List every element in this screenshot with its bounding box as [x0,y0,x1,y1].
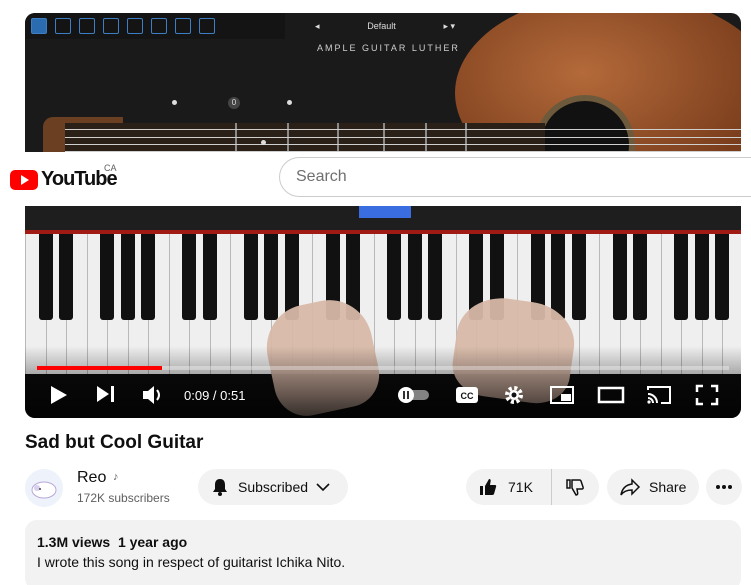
autoplay-toggle[interactable] [395,386,431,404]
fret-dot [287,100,292,105]
black-key [633,234,647,320]
black-key [715,234,729,320]
more-actions-button[interactable] [706,469,742,505]
like-count: 71K [508,479,533,495]
fret-marker: 0 [228,97,240,109]
black-key [59,234,73,320]
sliders-icon[interactable] [79,18,95,34]
share-icon [620,478,641,496]
video-title: Sad but Cool Guitar [25,432,204,453]
subscribed-button[interactable]: Subscribed [198,469,348,505]
captions-icon[interactable]: CC [455,384,479,406]
next-preset-icon[interactable]: ▸ ▾ [443,21,455,32]
thumbs-up-icon [480,479,497,495]
view-count: 1.3M views 1 year ago [37,534,187,550]
settings-gear-icon[interactable] [503,384,525,406]
cast-icon[interactable] [645,384,673,406]
volume-icon[interactable] [141,384,165,406]
description-box[interactable]: 1.3M views 1 year ago I wrote this song … [25,520,741,585]
fret [425,123,427,153]
black-key [141,234,155,320]
black-key [551,234,565,320]
plugin-toolbar [25,13,285,39]
dislike-button[interactable] [552,469,598,505]
black-key [243,234,258,320]
black-key [387,234,401,320]
theater-mode-icon[interactable] [597,384,625,406]
drum-icon[interactable] [175,18,191,34]
like-dislike-group: 71K [466,469,599,505]
thumbs-down-icon [566,479,584,496]
fret-dot [172,100,177,105]
black-key [264,234,278,320]
channel-avatar[interactable] [25,469,63,507]
video-overlay-plugin-image: 0 ◂ Default ▸ ▾ AMPLE GUITAR LUTHER [25,13,741,153]
black-key [120,234,135,320]
hand-icon[interactable] [199,18,215,34]
black-key [674,234,688,320]
black-key [202,234,217,320]
search-input[interactable] [279,157,751,197]
region-code: CA [104,163,117,173]
prev-preset-icon[interactable]: ◂ [315,21,320,32]
svg-text:CC: CC [461,391,474,401]
fret-dot [261,140,266,145]
guitar-neck [65,123,545,153]
description-text: I wrote this song in respect of guitaris… [37,554,346,570]
black-key [38,234,53,320]
grid-icon[interactable] [103,18,119,34]
black-key [571,234,586,320]
black-key [612,234,627,320]
black-key [100,234,114,320]
youtube-logo[interactable]: YouTube [10,168,118,191]
channel-name[interactable]: Reo [77,469,106,487]
keyboard-icon[interactable] [31,18,47,34]
sheep-avatar-icon [25,469,63,507]
black-key [428,234,442,320]
fret [383,123,385,153]
preset-name: Default [367,21,396,31]
gear-icon[interactable] [151,18,167,34]
masthead: YouTube CA [0,152,751,206]
youtube-play-icon [10,169,38,190]
time-display: 0:09 / 0:51 [184,388,246,403]
preset-selector[interactable]: ◂ Default ▸ ▾ [315,19,455,33]
miniplayer-icon[interactable] [549,384,575,406]
black-key [182,234,196,320]
subscriber-count: 172K subscribers [77,491,170,505]
tuner-icon[interactable] [127,18,143,34]
guitar-string [65,144,741,145]
pick-icon[interactable] [55,18,71,34]
progress-bar[interactable] [37,366,729,370]
black-key [694,234,709,320]
keyboard-display [359,206,411,218]
music-note-icon: ♪ [113,471,119,483]
share-label: Share [649,479,687,495]
guitar-string [65,137,741,138]
fret [465,123,467,153]
upload-age: 1 year ago [117,534,188,550]
youtube-watch-page: 0 ◂ Default ▸ ▾ AMPLE GUITAR LUTHER YouT… [0,0,751,585]
chevron-down-icon [316,483,330,492]
next-icon[interactable] [95,384,117,404]
guitar-string [65,129,741,130]
progress-fill [37,366,162,370]
more-horizontal-icon [716,485,732,489]
video-player[interactable]: 0:09 / 0:51 CC [25,206,741,418]
black-key [407,234,422,320]
fullscreen-icon[interactable] [695,384,719,406]
fret [287,123,289,153]
fret [235,123,237,153]
subscribed-label: Subscribed [238,479,309,495]
like-button[interactable]: 71K [466,469,552,505]
play-icon[interactable] [49,384,69,406]
views-text: 1.3M views [37,534,111,550]
fret [337,123,339,153]
share-button[interactable]: Share [607,469,699,505]
player-controls: 0:09 / 0:51 CC [25,376,741,416]
bell-icon [213,479,227,496]
plugin-brand: AMPLE GUITAR LUTHER [317,43,460,53]
